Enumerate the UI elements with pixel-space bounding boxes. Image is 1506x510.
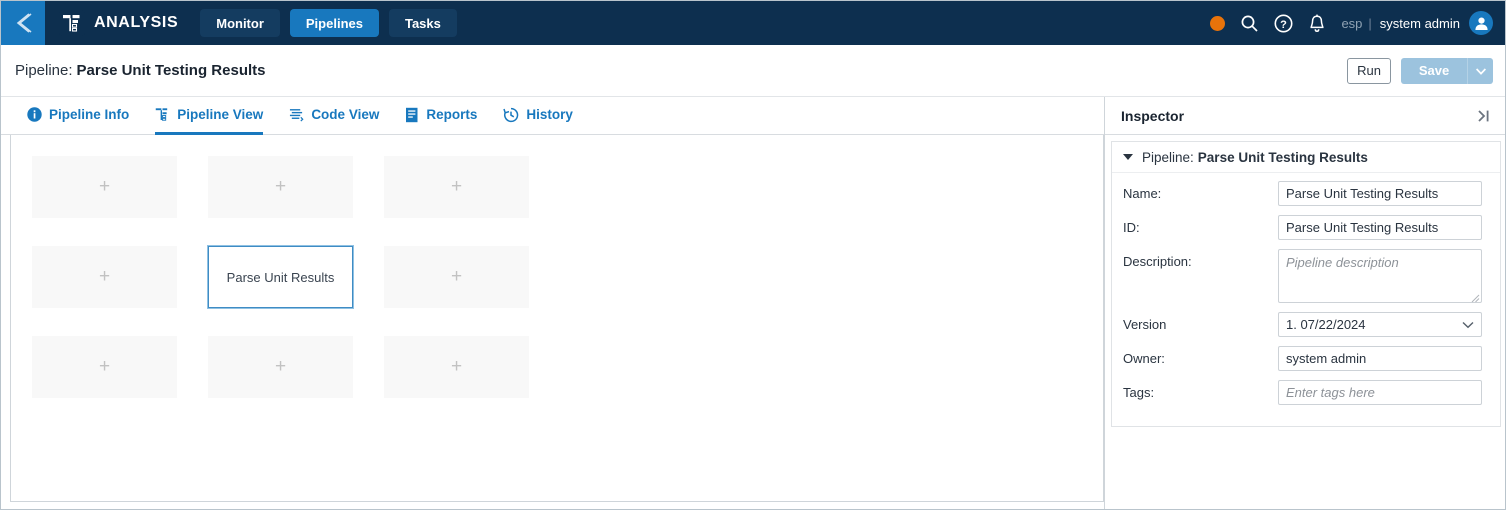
- notification-bell-icon[interactable]: [1307, 13, 1327, 33]
- inspector-title: Inspector: [1121, 107, 1185, 124]
- form-row-description: Description: Pipeline description: [1123, 249, 1482, 303]
- section-header-pipeline[interactable]: Pipeline: Parse Unit Testing Results: [1112, 142, 1500, 173]
- locale-label: esp: [1341, 15, 1363, 31]
- page-title-bar: Pipeline: Parse Unit Testing Results Run…: [1, 45, 1505, 97]
- page-title: Pipeline: Parse Unit Testing Results: [15, 62, 265, 79]
- user-name-label: system admin: [1379, 15, 1460, 31]
- triangle-down-icon: [1123, 154, 1133, 160]
- collapse-panel-right-icon[interactable]: [1475, 109, 1493, 123]
- form-row-tags: Tags: Enter tags here: [1123, 380, 1482, 405]
- id-input[interactable]: Parse Unit Testing Results: [1278, 215, 1482, 240]
- chevron-down-icon: [1462, 317, 1474, 332]
- run-button[interactable]: Run: [1347, 57, 1391, 84]
- chevron-left-icon: [12, 11, 34, 35]
- tags-input[interactable]: Enter tags here: [1278, 380, 1482, 405]
- code-view-icon: [289, 107, 304, 122]
- section-prefix: Pipeline:: [1142, 149, 1194, 165]
- top-navigation-bar: ANALYSIS Monitor Pipelines Tasks ? esp |…: [1, 1, 1505, 45]
- nav-tab-monitor[interactable]: Monitor: [200, 9, 280, 37]
- application-window: ANALYSIS Monitor Pipelines Tasks ? esp |…: [0, 0, 1506, 510]
- pipeline-properties-section: Pipeline: Parse Unit Testing Results Nam…: [1111, 141, 1501, 427]
- pipeline-properties-form: Name: Parse Unit Testing Results ID: Par…: [1112, 173, 1500, 405]
- brand: ANALYSIS: [59, 10, 178, 36]
- tags-label: Tags:: [1123, 385, 1155, 400]
- owner-input[interactable]: system admin: [1278, 346, 1482, 371]
- version-label: Version: [1123, 317, 1167, 332]
- back-button[interactable]: [1, 1, 45, 45]
- tab-pipeline-info[interactable]: Pipeline Info: [27, 98, 129, 135]
- section-name: Parse Unit Testing Results: [1197, 149, 1368, 165]
- grid-cell-add[interactable]: +: [384, 246, 529, 308]
- grid-cell-add[interactable]: +: [208, 336, 353, 398]
- tab-history[interactable]: History: [503, 98, 573, 135]
- tab-code-view[interactable]: Code View: [289, 98, 379, 135]
- tab-reports[interactable]: Reports: [405, 98, 477, 135]
- primary-nav-tabs: Monitor Pipelines Tasks: [200, 9, 457, 37]
- pipeline-view-icon: [155, 107, 170, 122]
- save-dropdown-button[interactable]: [1467, 57, 1493, 84]
- form-row-id: ID: Parse Unit Testing Results: [1123, 215, 1482, 240]
- form-row-owner: Owner: system admin: [1123, 346, 1482, 371]
- help-icon[interactable]: ?: [1273, 13, 1293, 33]
- grid-cell-add[interactable]: +: [32, 156, 177, 218]
- user-avatar-icon[interactable]: [1469, 11, 1493, 35]
- page-title-prefix: Pipeline:: [15, 62, 73, 79]
- id-label: ID:: [1123, 220, 1140, 235]
- top-navigation-right: ? esp | system admin: [1210, 11, 1505, 35]
- grid-cell-add[interactable]: +: [208, 156, 353, 218]
- version-selected-value: 1. 07/22/2024: [1286, 317, 1366, 332]
- page-title-name: Parse Unit Testing Results: [76, 62, 266, 79]
- inspector-panel: Inspector Pipeline: Parse Unit Testing R…: [1104, 97, 1505, 509]
- inspector-body: Pipeline: Parse Unit Testing Results Nam…: [1105, 135, 1505, 427]
- page-actions: Run Save: [1347, 57, 1493, 84]
- info-circle-icon: [27, 107, 42, 122]
- description-label: Description:: [1123, 254, 1192, 269]
- nav-tab-pipelines[interactable]: Pipelines: [289, 9, 379, 37]
- content-tab-bar: Pipeline Info Pipeline View Code View Re…: [1, 97, 1104, 135]
- user-separator: |: [1368, 15, 1372, 31]
- form-row-name: Name: Parse Unit Testing Results: [1123, 181, 1482, 206]
- inspector-header: Inspector: [1105, 97, 1505, 135]
- nav-tab-tasks[interactable]: Tasks: [388, 9, 457, 37]
- save-button[interactable]: Save: [1401, 57, 1467, 84]
- grid-cell-add[interactable]: +: [384, 336, 529, 398]
- grid-cell-add[interactable]: +: [32, 246, 177, 308]
- tab-label: Code View: [311, 107, 380, 122]
- tab-label: Reports: [426, 107, 478, 122]
- grid-cell-add[interactable]: +: [384, 156, 529, 218]
- owner-label: Owner:: [1123, 351, 1165, 366]
- save-button-group: Save: [1401, 57, 1493, 84]
- tab-label: Pipeline View: [177, 107, 264, 122]
- description-textarea[interactable]: Pipeline description: [1278, 249, 1482, 303]
- version-select[interactable]: 1. 07/22/2024: [1278, 312, 1482, 337]
- user-zone[interactable]: esp | system admin: [1341, 11, 1493, 35]
- pipeline-canvas[interactable]: + + + + Parse Unit Results + + + +: [10, 135, 1104, 502]
- tab-pipeline-view[interactable]: Pipeline View: [155, 98, 264, 135]
- pipeline-node-parse-unit-results[interactable]: Parse Unit Results: [208, 246, 353, 308]
- report-document-icon: [405, 107, 419, 123]
- name-label: Name:: [1123, 186, 1162, 201]
- search-icon[interactable]: [1239, 13, 1259, 33]
- form-row-version: Version 1. 07/22/2024: [1123, 312, 1482, 337]
- svg-text:?: ?: [1280, 19, 1287, 31]
- analysis-logo-icon: [59, 10, 85, 36]
- history-clock-icon: [503, 107, 519, 123]
- pipeline-grid: + + + + Parse Unit Results + + + +: [32, 156, 529, 398]
- status-indicator-dot: [1210, 15, 1226, 31]
- grid-cell-add[interactable]: +: [32, 336, 177, 398]
- name-input[interactable]: Parse Unit Testing Results: [1278, 181, 1482, 206]
- resize-grip-icon: [1470, 291, 1480, 303]
- caret-down-icon: [1475, 62, 1486, 80]
- brand-label: ANALYSIS: [94, 14, 179, 31]
- tab-label: History: [526, 107, 573, 122]
- tab-label: Pipeline Info: [49, 107, 130, 122]
